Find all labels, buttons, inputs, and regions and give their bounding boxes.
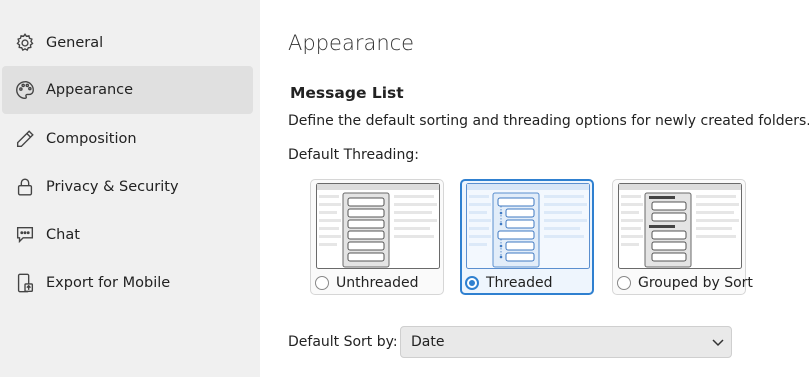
sidebar-item-privacy-security[interactable]: Privacy & Security xyxy=(2,163,253,211)
option-label: Threaded xyxy=(486,275,553,291)
sidebar-item-chat[interactable]: Chat xyxy=(2,211,253,259)
sidebar-item-appearance[interactable]: Appearance xyxy=(2,66,253,114)
option-label: Unthreaded xyxy=(336,275,419,291)
sidebar-item-label: Appearance xyxy=(46,82,134,98)
sidebar-item-composition[interactable]: Composition xyxy=(2,115,253,163)
default-threading-label: Default Threading: xyxy=(288,147,419,163)
grouped-by-sort-radio[interactable] xyxy=(617,276,631,290)
threading-option-threaded[interactable]: Threaded xyxy=(460,179,594,295)
threading-option-grouped-by-sort[interactable]: Grouped by Sort xyxy=(612,179,753,295)
default-sort-select[interactable]: Date xyxy=(400,326,732,358)
section-title: Message List xyxy=(290,84,404,102)
threaded-preview-image xyxy=(466,183,590,269)
section-description: Define the default sorting and threading… xyxy=(288,113,809,129)
sidebar-item-label: Export for Mobile xyxy=(46,275,171,291)
palette-icon xyxy=(13,78,37,102)
default-sort-value: Date xyxy=(411,334,445,350)
pencil-icon xyxy=(13,127,37,151)
chevron-down-icon xyxy=(712,339,724,347)
grouped-by-sort-preview-image xyxy=(618,183,742,269)
default-sort-label: Default Sort by: xyxy=(288,334,398,350)
page-title: Appearance xyxy=(288,31,415,55)
sidebar: General Appearance Composition Privacy &… xyxy=(0,0,260,377)
sidebar-item-general[interactable]: General xyxy=(2,19,253,67)
option-label: Grouped by Sort xyxy=(638,275,753,291)
threading-option-unthreaded[interactable]: Unthreaded xyxy=(310,179,444,295)
sidebar-item-label: Composition xyxy=(46,131,137,147)
main-panel: Appearance Message List Define the defau… xyxy=(260,0,809,377)
threaded-radio[interactable] xyxy=(465,276,479,290)
sidebar-item-label: General xyxy=(46,35,104,51)
mobile-export-icon xyxy=(13,271,37,295)
sidebar-item-export-for-mobile[interactable]: Export for Mobile xyxy=(2,259,253,307)
sidebar-item-label: Privacy & Security xyxy=(46,179,179,195)
chat-icon xyxy=(13,223,37,247)
lock-icon xyxy=(13,175,37,199)
gear-icon xyxy=(13,31,37,55)
unthreaded-radio[interactable] xyxy=(315,276,329,290)
unthreaded-preview-image xyxy=(316,183,440,269)
sidebar-item-label: Chat xyxy=(46,227,80,243)
